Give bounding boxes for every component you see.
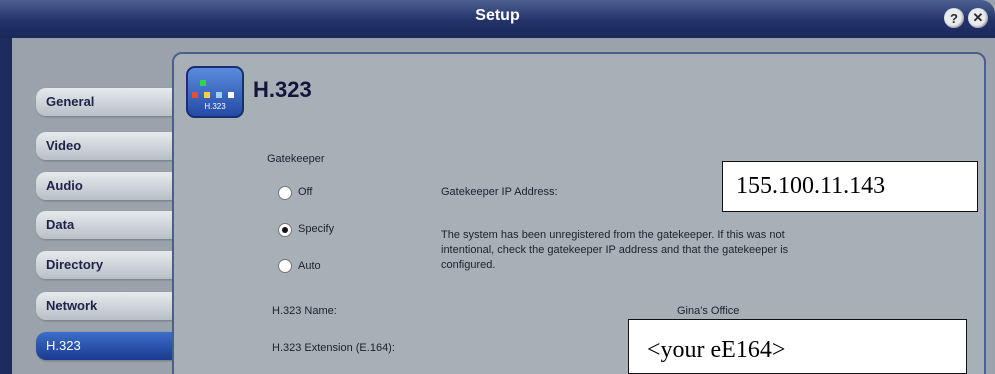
- sidebar-item-data[interactable]: Data: [36, 211, 176, 239]
- gatekeeper-auto-label[interactable]: Auto: [298, 260, 321, 272]
- gatekeeper-ip-callout[interactable]: 155.100.11.143: [722, 161, 978, 212]
- sidebar-item-h323[interactable]: H.323: [36, 332, 176, 360]
- sidebar-item-label: Directory: [46, 257, 104, 272]
- window-left-edge: [0, 38, 12, 374]
- h323-extension-label: H.323 Extension (E.164):: [272, 342, 395, 354]
- close-icon[interactable]: ✕: [968, 8, 988, 28]
- gatekeeper-status-message: The system has been unregistered from th…: [441, 228, 936, 273]
- sidebar-item-label: General: [46, 94, 95, 109]
- gatekeeper-section-label: Gatekeeper: [267, 153, 325, 165]
- sidebar-item-label: H.323: [46, 338, 81, 353]
- h323-icon: H.323: [186, 66, 244, 118]
- sidebar-item-general[interactable]: General: [36, 88, 176, 116]
- sidebar-item-network[interactable]: Network: [36, 292, 176, 320]
- gatekeeper-specify-radio[interactable]: [278, 223, 292, 237]
- status-line: intentional, check the gatekeeper IP add…: [441, 244, 789, 256]
- h323-name-label: H.323 Name:: [272, 305, 337, 317]
- extension-callout[interactable]: <your eE164>: [628, 319, 967, 374]
- h323-icon-label: H.323: [204, 102, 226, 111]
- gatekeeper-off-radio[interactable]: [278, 186, 292, 200]
- sidebar-item-label: Audio: [46, 178, 83, 193]
- sidebar-item-directory[interactable]: Directory: [36, 251, 176, 279]
- status-line: The system has been unregistered from th…: [441, 229, 785, 241]
- h323-name-value[interactable]: Gina's Office: [677, 305, 739, 317]
- title-bar: Setup ? ✕: [0, 0, 995, 38]
- sidebar-item-video[interactable]: Video: [36, 132, 176, 160]
- window-title: Setup: [475, 7, 520, 24]
- sidebar-item-label: Video: [46, 138, 82, 153]
- page-title: H.323: [253, 77, 312, 102]
- sidebar-item-audio[interactable]: Audio: [36, 172, 176, 200]
- sidebar-item-label: Network: [46, 298, 98, 313]
- gatekeeper-off-label[interactable]: Off: [298, 186, 312, 198]
- gatekeeper-auto-radio[interactable]: [278, 259, 292, 273]
- gatekeeper-ip-label: Gatekeeper IP Address:: [441, 186, 558, 198]
- help-icon[interactable]: ?: [944, 8, 964, 28]
- sidebar-item-label: Data: [46, 217, 75, 232]
- status-line: configured.: [441, 259, 496, 271]
- gatekeeper-specify-label[interactable]: Specify: [298, 223, 334, 235]
- setup-window: Setup ? ✕ General Video Audio Data Direc…: [0, 0, 995, 374]
